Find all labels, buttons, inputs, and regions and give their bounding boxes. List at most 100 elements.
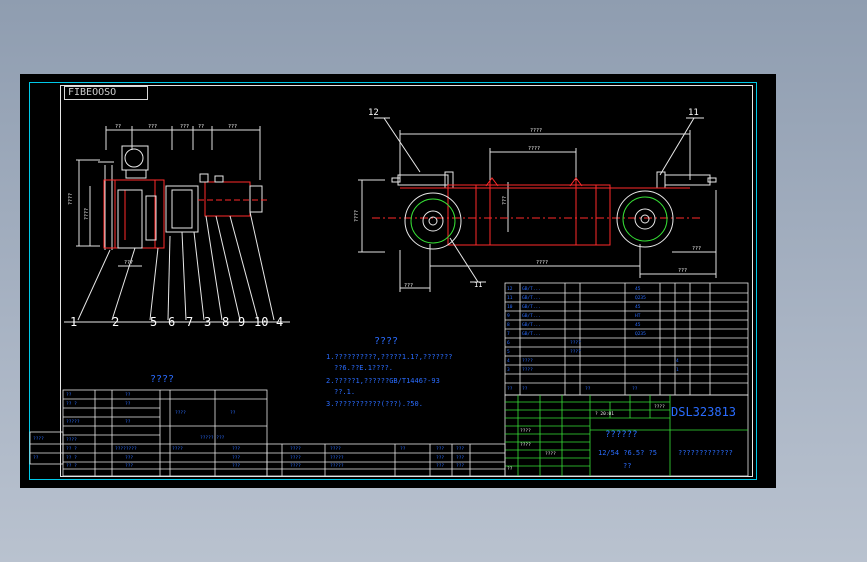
svg-text:45: 45 [635,286,641,292]
dim-top-3: ??? [180,124,189,130]
svg-text:?? ?: ?? ? [66,463,77,469]
drawing-sheet-info: ?? [623,462,632,470]
svg-text:6: 6 [507,340,510,346]
svg-text:Q235: Q235 [635,331,646,337]
dim-inner-height: ???? [84,208,90,220]
cad-drawing: ?? ??? ??? ?? ??? ???? ???? ??? 1 2 5 6 … [29,108,749,477]
svg-text:9: 9 [507,313,510,319]
svg-text:???: ??? [456,463,464,469]
balloon-5: 5 [150,315,157,329]
svg-text:????: ???? [290,455,301,461]
balloon-3: 3 [204,315,211,329]
svg-text:???: ??? [436,455,444,461]
svg-text:??: ?? [507,386,513,392]
dim-mid: ??? [502,196,508,205]
svg-text:11: 11 [507,295,513,301]
dim-frame-height: ???? [354,210,360,222]
balloon-1: 1 [70,315,77,329]
svg-text:?? ?: ?? ? [66,401,77,407]
dim-wheelbase: ???? [536,260,548,266]
dim-right-2: ??? [678,268,687,274]
svg-text:4: 4 [507,358,510,364]
notes-line-1: 1.??????????,?????1.1?,??????? [326,353,453,361]
bom-table-right [504,282,749,396]
svg-text:HT: HT [635,313,641,319]
notes-line-2: ??6.??E.1????. [334,364,394,372]
balloon-7: 7 [186,315,193,329]
dim-left-height: ???? [68,193,74,205]
dim-top-2: ??? [148,124,157,130]
svg-text:??: ?? [125,392,131,398]
svg-text:3: 3 [507,367,510,373]
svg-text:????: ???? [175,410,186,416]
balloon-10: 10 [254,315,268,329]
dim-top-4: ?? [198,124,204,130]
svg-text:8: 8 [507,322,510,328]
notes-line-5: 3.???????????(???).?50. [326,400,423,408]
title-block-text: ? 20:01 ???? ???? ???? ???? ?? [507,404,665,472]
svg-text:???: ??? [436,463,444,469]
balloon-9: 9 [238,315,245,329]
dim-right-1: ??? [692,246,701,252]
svg-text:?? ?: ?? ? [66,446,77,452]
dim-top-1: ?? [115,124,121,130]
svg-text:??: ?? [400,446,406,452]
svg-text:????: ???? [570,340,581,346]
svg-text:??: ?? [522,386,528,392]
right-view: 12 11 11 ???? ???? ???? ??? ??? ???? ???… [354,108,717,292]
svg-text:??: ?? [230,410,236,416]
balloon-11-top: 11 [688,108,699,118]
svg-text:????: ???? [545,451,556,457]
svg-text:????: ???? [33,436,44,442]
dim-inner-width: ???? [528,146,540,152]
svg-text:???: ??? [125,463,133,469]
svg-text:????: ???? [522,367,533,373]
bom-table-bottom [266,443,506,477]
svg-text:????: ???? [290,463,301,469]
svg-text:GB/T...: GB/T... [522,295,541,301]
svg-text:7: 7 [507,331,510,337]
svg-text:????: ???? [520,428,531,434]
notes-line-4: ??.1. [334,388,356,396]
svg-text:???: ??? [456,446,464,452]
svg-text:GB/T...: GB/T... [522,286,541,292]
svg-text:??: ?? [125,401,131,407]
dim-top-5: ??? [228,124,237,130]
svg-text:? 20:01: ? 20:01 [595,411,614,417]
svg-text:GB/T...: GB/T... [522,304,541,310]
svg-text:5: 5 [507,349,510,355]
balloon-12: 12 [368,108,379,118]
svg-text:??: ?? [507,466,513,472]
svg-text:????: ???? [66,437,77,443]
svg-text:1: 1 [676,367,679,373]
notes-line-3: 2.?????1,??????GB/T1446?-93 [326,377,440,385]
balloon-6: 6 [168,315,175,329]
svg-text:???: ??? [125,455,133,461]
drawing-name: ?????? [605,430,638,440]
part-code: DSL323813 [671,405,737,419]
balloon-11-bottom: 11 [474,281,482,289]
svg-text:12: 12 [507,286,513,292]
svg-text:??: ?? [585,386,591,392]
company-name: ????????????? [678,449,733,457]
svg-text:????: ???? [570,349,581,355]
svg-text:?? ?: ?? ? [66,455,77,461]
svg-text:??: ?? [632,386,638,392]
balloon-2: 2 [112,315,119,329]
svg-text:45: 45 [635,322,641,328]
svg-text:?????: ????? [330,463,344,469]
svg-text:??: ?? [66,392,72,398]
svg-text:????: ???? [290,446,301,452]
svg-text:GB/T...: GB/T... [522,322,541,328]
svg-text:?????: ????? [66,419,80,425]
svg-text:???: ??? [456,455,464,461]
svg-text:???: ??? [436,446,444,452]
dim-bottom-left: ??? [404,283,413,289]
dim-overall-width: ???? [530,128,542,134]
svg-text:4: 4 [676,358,679,364]
svg-text:???: ??? [232,455,240,461]
svg-text:??: ?? [125,419,131,425]
svg-text:?????: ????? [330,455,344,461]
svg-text:????: ???? [520,442,531,448]
svg-text:10: 10 [507,304,513,310]
